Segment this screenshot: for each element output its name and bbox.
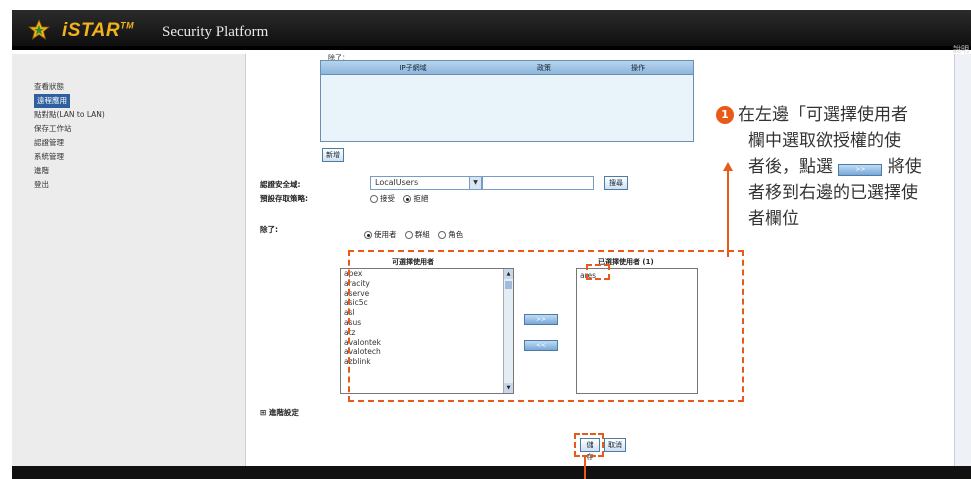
column-header-subnet: IP子網域 <box>399 64 427 72</box>
auth-domain-value: LocalUsers <box>375 178 419 187</box>
auth-domain-select[interactable]: LocalUsers ▼ <box>370 176 482 190</box>
chevron-down-icon[interactable]: ▼ <box>469 177 481 189</box>
brand-subtitle: Security Platform <box>162 24 269 40</box>
ip-table-header: IP子網域 政策 操作 <box>321 61 693 75</box>
save-connector-line <box>584 457 586 479</box>
except-label: 除了: <box>260 225 278 234</box>
search-input[interactable] <box>482 176 594 190</box>
except-role-option[interactable]: 角色 <box>438 230 463 239</box>
policy-reject-radio[interactable] <box>403 195 412 203</box>
sidebar-item-logout[interactable]: 登出 <box>34 178 105 192</box>
sidebar-item-remote-app[interactable]: 遠程應用 <box>34 94 70 108</box>
except-type-radios: 使用者 群組 角色 <box>364 229 469 240</box>
highlight-selected-user <box>586 264 610 280</box>
except-user-option[interactable]: 使用者 <box>364 230 397 239</box>
advanced-settings-toggle[interactable]: ⊞ 進階設定 <box>260 407 299 418</box>
ip-subnet-table: IP子網域 政策 操作 <box>320 60 694 142</box>
column-header-action: 操作 <box>631 64 645 72</box>
auth-domain-label: 認證安全域: <box>260 180 301 189</box>
top-bar: iSTARTM Security Platform 說明 <box>12 10 971 54</box>
brand-name: iSTARTM <box>62 20 135 41</box>
star-logo-icon <box>28 19 50 40</box>
sidebar-item-auth[interactable]: 認證管理 <box>34 136 105 150</box>
default-policy-radios: 接受 拒絕 <box>370 193 434 204</box>
except-group-option[interactable]: 群組 <box>404 230 430 239</box>
add-subnet-button[interactable]: 新增 <box>322 148 344 162</box>
bottom-bar <box>12 466 971 479</box>
sidebar: 查看狀態 遠程應用 點對點(LAN to LAN) 保存工作站 認證管理 系統管… <box>12 54 246 466</box>
default-policy-label: 預設存取策略: <box>260 194 308 203</box>
cancel-button[interactable]: 取消 <box>604 438 626 452</box>
search-button[interactable]: 搜尋 <box>604 176 628 190</box>
expand-icon[interactable]: ⊞ <box>260 408 266 417</box>
policy-accept-option[interactable]: 接受 <box>370 194 395 203</box>
policy-reject-option[interactable]: 拒絕 <box>403 194 428 203</box>
app-window: iSTARTM Security Platform 說明 查看狀態 遠程應用 點… <box>0 10 971 479</box>
except-role-radio[interactable] <box>438 231 447 239</box>
sidebar-item-advanced[interactable]: 進階 <box>34 164 105 178</box>
sidebar-nav: 查看狀態 遠程應用 點對點(LAN to LAN) 保存工作站 認證管理 系統管… <box>34 80 105 192</box>
column-header-policy: 政策 <box>537 64 551 72</box>
sidebar-item-workstation[interactable]: 保存工作站 <box>34 122 105 136</box>
except-group-radio[interactable] <box>404 231 413 239</box>
step-number-badge: 1 <box>716 106 734 124</box>
highlight-user-lists <box>348 250 744 402</box>
inline-add-button-icon: >> <box>838 164 883 176</box>
instruction-callout: 1 在左邊「可選擇使用者 欄中選取欲授權的使 者後，點選 >> 將使 者移到右邊的… <box>716 102 971 232</box>
except-user-radio[interactable] <box>364 231 372 239</box>
policy-accept-radio[interactable] <box>370 195 378 203</box>
sidebar-item-system[interactable]: 系統管理 <box>34 150 105 164</box>
highlight-save-button <box>574 433 604 457</box>
sidebar-item-lan-to-lan[interactable]: 點對點(LAN to LAN) <box>34 108 105 122</box>
sidebar-item-status[interactable]: 查看狀態 <box>34 80 105 94</box>
